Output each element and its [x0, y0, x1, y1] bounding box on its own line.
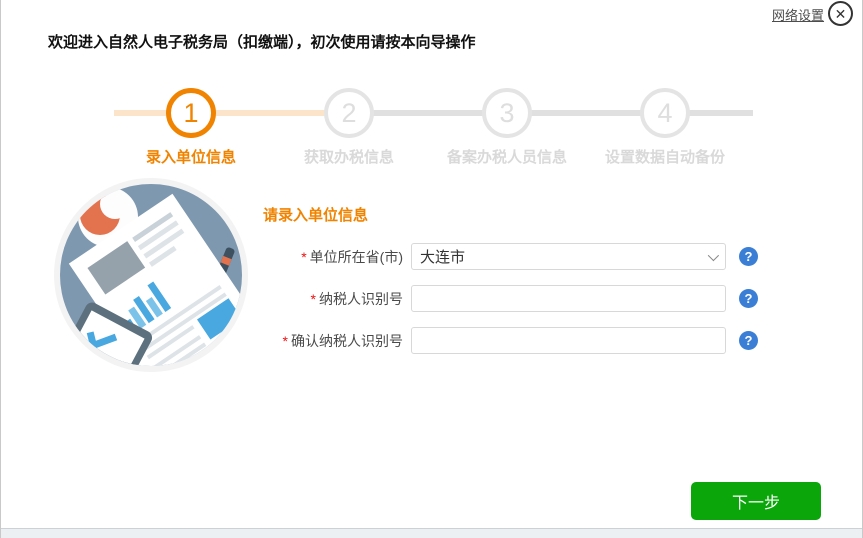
form-row-confirm-taxpayer-id: * 确认纳税人识别号 ? — [263, 327, 758, 354]
step-4-circle: 4 — [640, 88, 690, 138]
setup-wizard-window: 网络设置 ✕ 欢迎进入自然人电子税务局（扣缴端），初次使用请按本向导操作 1 2… — [0, 0, 863, 538]
documents-illustration — [54, 178, 248, 372]
form-row-province: * 单位所在省(市) 大连市 ? — [263, 243, 758, 270]
province-select[interactable]: 大连市 — [411, 243, 726, 270]
network-settings-link[interactable]: 网络设置 — [772, 5, 824, 24]
required-mark: * — [301, 248, 307, 265]
taxpayer-id-label: * 纳税人识别号 — [310, 290, 403, 307]
step-3-circle: 3 — [482, 88, 532, 138]
required-mark: * — [310, 290, 316, 307]
form-heading: 请录入单位信息 — [263, 207, 369, 224]
form-row-taxpayer-id: * 纳税人识别号 ? — [263, 285, 758, 312]
step-4-label: 设置数据自动备份 — [604, 149, 725, 166]
province-label: * 单位所在省(市) — [301, 248, 403, 265]
taxpayer-id-input[interactable] — [412, 286, 725, 311]
stepper-track-active — [114, 110, 331, 116]
required-mark: * — [282, 332, 288, 349]
province-select-value: 大连市 — [420, 249, 466, 266]
window-bottom-edge — [1, 528, 862, 538]
confirm-taxpayer-id-input[interactable] — [412, 328, 725, 353]
close-icon[interactable]: ✕ — [828, 1, 853, 26]
step-1-circle: 1 — [166, 88, 216, 138]
confirm-taxpayer-id-field-box — [411, 327, 726, 354]
step-2-circle: 2 — [324, 88, 374, 138]
province-help-icon[interactable]: ? — [739, 247, 758, 266]
page-title: 欢迎进入自然人电子税务局（扣缴端），初次使用请按本向导操作 — [48, 34, 476, 51]
taxpayer-id-field-box — [411, 285, 726, 312]
confirm-taxpayer-id-help-icon[interactable]: ? — [739, 331, 758, 350]
next-step-button[interactable]: 下一步 — [691, 482, 821, 520]
form: * 单位所在省(市) 大连市 ? * 纳税人识别号 ? * 确认纳税人识别号 ? — [263, 243, 758, 369]
taxpayer-id-help-icon[interactable]: ? — [739, 289, 758, 308]
confirm-taxpayer-id-label: * 确认纳税人识别号 — [282, 332, 403, 349]
chevron-down-icon — [707, 249, 720, 262]
